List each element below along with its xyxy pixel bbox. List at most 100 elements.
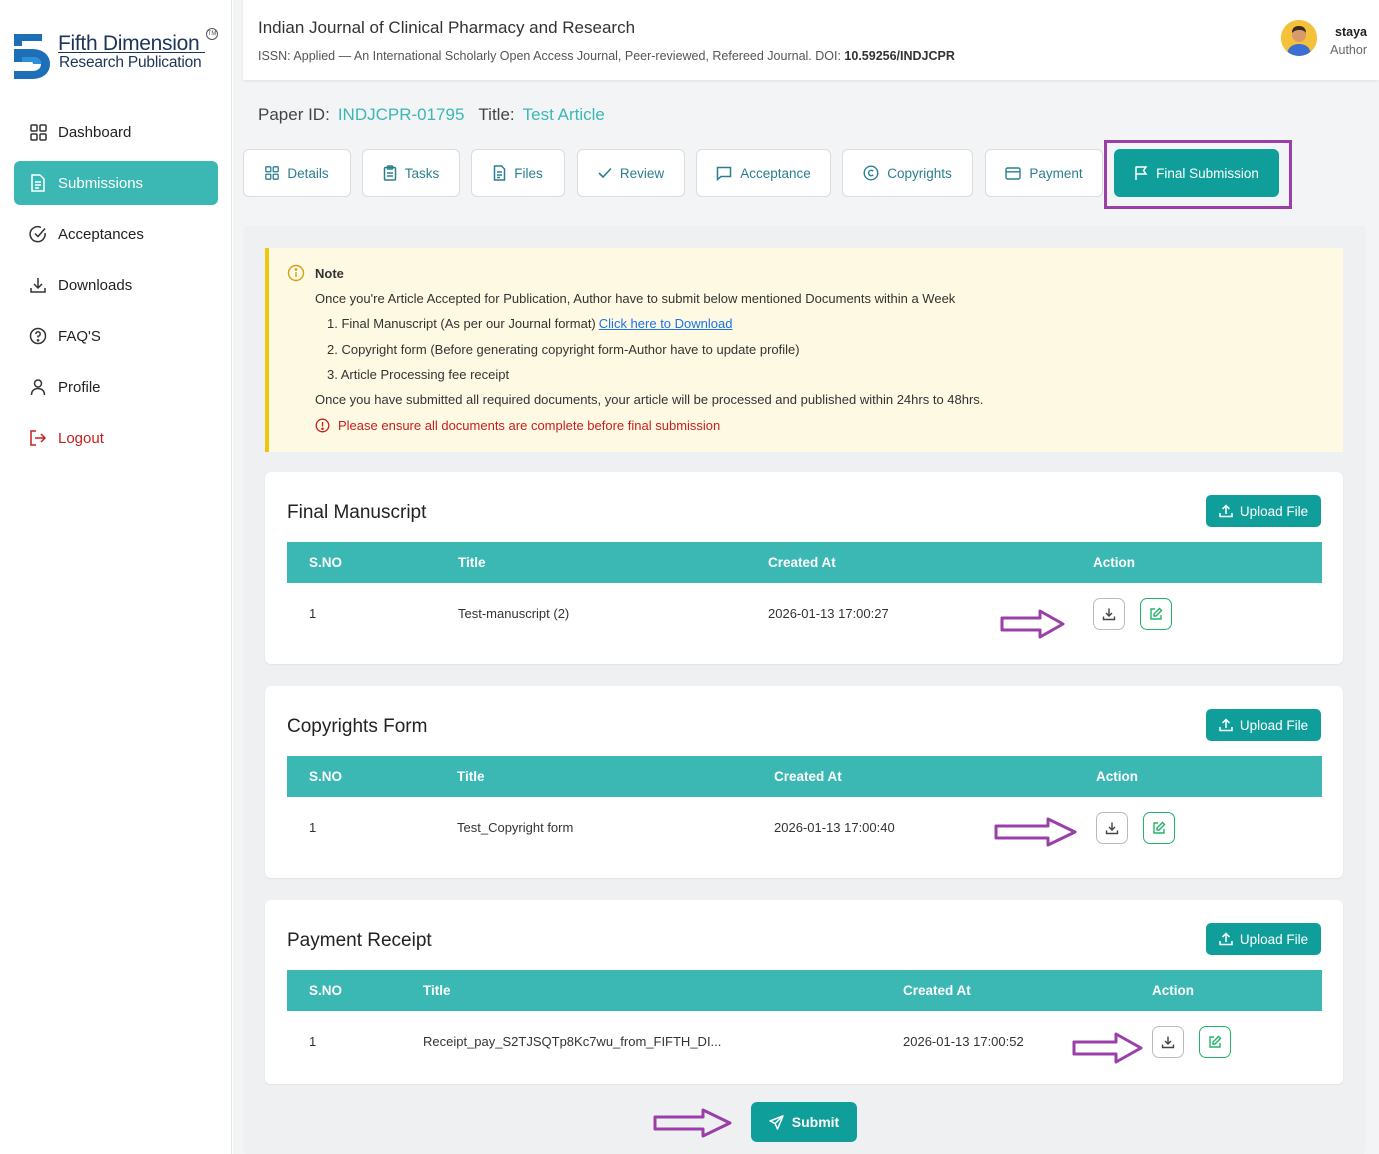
file-icon: [493, 165, 506, 181]
col-title: Title: [423, 983, 451, 998]
tab-payment[interactable]: Payment: [985, 149, 1103, 197]
edit-button[interactable]: [1140, 598, 1172, 630]
message-icon: [716, 166, 732, 181]
col-created-at: Created At: [768, 555, 836, 570]
sidebar-item-profile[interactable]: Profile: [14, 365, 218, 409]
sidebar: Fifth Dimension Research Publication TM …: [0, 0, 232, 1154]
tab-review[interactable]: Review: [577, 149, 685, 197]
cell-created-at: 2026-01-13 17:00:27: [768, 606, 889, 621]
col-sno: S.NO: [309, 769, 343, 784]
table-row: 1 Receipt_pay_S2TJSQTp8Kc7wu_from_FIFTH_…: [287, 1011, 1322, 1073]
journal-subtitle: ISSN: Applied — An International Scholar…: [258, 49, 955, 63]
cell-sno: 1: [309, 606, 317, 621]
cell-sno: 1: [309, 820, 317, 835]
tab-copyrights[interactable]: Copyrights: [842, 149, 973, 197]
col-title: Title: [457, 769, 485, 784]
edit-icon: [1209, 1035, 1222, 1048]
paper-id-value: INDJCPR-01795: [337, 105, 465, 124]
note-warning: Please ensure all documents are complete…: [315, 418, 720, 433]
note-box: Note Once you're Article Accepted for Pu…: [265, 248, 1343, 452]
check-icon: [598, 167, 612, 179]
sidebar-item-dashboard[interactable]: Dashboard: [14, 110, 218, 154]
tab-label: Review: [619, 165, 665, 181]
help-circle-icon: [28, 326, 48, 346]
brand-logo[interactable]: Fifth Dimension Research Publication TM: [12, 28, 222, 84]
sidebar-item-label: Profile: [58, 378, 101, 396]
paper-id-label: Paper ID:: [258, 105, 330, 124]
upload-label: Upload File: [1239, 503, 1309, 519]
table-row: 1 Test_Copyright form 2026-01-13 17:00:4…: [287, 797, 1322, 859]
sidebar-item-logout[interactable]: Logout: [14, 416, 218, 460]
check-circle-icon: [28, 224, 48, 244]
user-icon: [28, 377, 48, 397]
download-icon: [1102, 608, 1116, 621]
tab-files[interactable]: Files: [471, 149, 565, 197]
download-icon: [28, 275, 48, 295]
sidebar-item-label: FAQ'S: [58, 327, 101, 345]
copyrights-form-card: Copyrights Form Upload File S.NO Title C…: [265, 686, 1343, 878]
top-header: Indian Journal of Clinical Pharmacy and …: [243, 0, 1379, 80]
warning-text: Please ensure all documents are complete…: [338, 418, 721, 433]
cell-created-at: 2026-01-13 17:00:40: [774, 820, 895, 835]
paper-title-label: Title:: [478, 105, 515, 124]
cell-title: Test_Copyright form: [457, 820, 574, 835]
edit-button[interactable]: [1143, 812, 1175, 844]
col-action: Action: [1093, 555, 1135, 570]
note-item-1-text: 1. Final Manuscript (As per our Journal …: [327, 316, 596, 331]
sidebar-item-acceptances[interactable]: Acceptances: [14, 212, 218, 256]
brand-underline: [58, 52, 205, 53]
final-manuscript-card: Final Manuscript Upload File S.NO Title …: [265, 472, 1343, 664]
send-icon: [769, 1114, 784, 1130]
tab-acceptance[interactable]: Acceptance: [696, 149, 831, 197]
card-title: Final Manuscript: [287, 502, 427, 523]
note-heading: Note: [315, 265, 344, 281]
download-button[interactable]: [1096, 812, 1128, 844]
upload-file-button[interactable]: Upload File: [1206, 495, 1321, 527]
edit-button[interactable]: [1199, 1026, 1231, 1058]
upload-icon: [1219, 504, 1233, 518]
submit-button[interactable]: Submit: [751, 1102, 857, 1142]
table-header: S.NO Title Created At Action: [287, 970, 1322, 1011]
paper-info: Paper ID: INDJCPR-01795 Title: Test Article: [258, 105, 619, 125]
col-title: Title: [458, 555, 486, 570]
cell-title: Test-manuscript (2): [458, 606, 570, 621]
sidebar-item-submissions[interactable]: Submissions: [14, 161, 218, 205]
grid-icon: [28, 122, 48, 142]
tab-label: Copyrights: [887, 165, 952, 181]
tab-label: Tasks: [404, 165, 440, 181]
brand-tagline: Research Publication: [59, 54, 202, 71]
annotation-arrow-icon: [994, 817, 1077, 847]
tab-label: Details: [287, 165, 329, 181]
col-action: Action: [1096, 769, 1138, 784]
avatar[interactable]: [1281, 20, 1317, 56]
paper-title-value: Test Article: [522, 105, 605, 124]
table-header: S.NO Title Created At Action: [287, 542, 1322, 583]
sidebar-item-downloads[interactable]: Downloads: [14, 263, 218, 307]
download-button[interactable]: [1152, 1026, 1184, 1058]
payment-receipt-card: Payment Receipt Upload File S.NO Title C…: [265, 900, 1343, 1084]
tab-label: Payment: [1029, 165, 1083, 181]
cell-sno: 1: [309, 1034, 317, 1049]
sidebar-item-label: Logout: [58, 429, 104, 447]
note-item-1: 1. Final Manuscript (As per our Journal …: [327, 316, 732, 331]
tab-details[interactable]: Details: [243, 149, 351, 197]
download-button[interactable]: [1093, 598, 1125, 630]
upload-icon: [1219, 718, 1233, 732]
trademark-badge: TM: [206, 28, 218, 40]
download-template-link[interactable]: Click here to Download: [599, 316, 733, 331]
tab-tasks[interactable]: Tasks: [362, 149, 460, 197]
copyright-icon: [863, 165, 879, 181]
cell-created-at: 2026-01-13 17:00:52: [903, 1034, 1024, 1049]
upload-file-button[interactable]: Upload File: [1206, 923, 1321, 955]
upload-file-button[interactable]: Upload File: [1206, 709, 1321, 741]
card-title: Payment Receipt: [287, 930, 432, 951]
sidebar-item-faqs[interactable]: FAQ'S: [14, 314, 218, 358]
sidebar-item-label: Downloads: [58, 276, 133, 294]
col-sno: S.NO: [309, 555, 343, 570]
note-intro: Once you're Article Accepted for Publica…: [315, 291, 956, 306]
card-title: Copyrights Form: [287, 716, 428, 737]
download-icon: [1161, 1036, 1175, 1049]
download-icon: [1105, 822, 1119, 835]
annotation-arrow-icon: [1000, 609, 1065, 639]
note-outro: Once you have submitted all required doc…: [315, 392, 984, 407]
